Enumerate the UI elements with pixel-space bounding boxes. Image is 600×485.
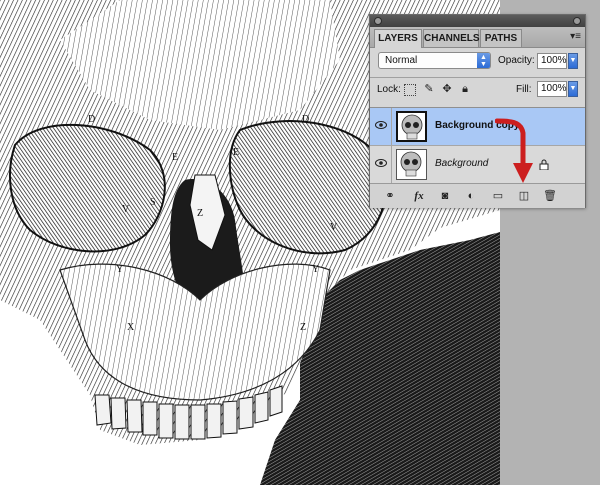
eye-icon — [375, 121, 387, 129]
fill-field[interactable]: 100% — [537, 81, 567, 97]
layer-thumbnail — [396, 149, 427, 180]
fill-dropdown-icon[interactable]: ▼ — [568, 81, 578, 97]
fx-icon[interactable]: fx — [410, 189, 428, 203]
collapse-panel-icon[interactable] — [573, 17, 581, 25]
trash-icon[interactable]: 🗑︎ — [543, 189, 557, 203]
layers-list: Background copy Background — [370, 107, 585, 184]
divider — [370, 77, 585, 78]
fill-label: Fill: — [516, 84, 532, 95]
engraving-letter: E — [233, 147, 239, 158]
skull-thumbnail-icon — [397, 150, 426, 179]
visibility-toggle[interactable] — [370, 146, 392, 183]
left-eye-socket — [9, 123, 166, 253]
tab-paths[interactable]: PATHS — [480, 29, 522, 47]
panel-footer-toolbar: ⚭ fx ◙ ◐ ▭ ◫ 🗑︎ — [370, 183, 585, 208]
panel-menu-icon[interactable]: ▾≡ — [570, 31, 581, 42]
lock-transparent-pixels-icon[interactable] — [404, 84, 416, 96]
panel-tab-row: LAYERS CHANNELS PATHS ▾≡ — [370, 27, 585, 48]
opacity-dropdown-icon[interactable]: ▼ — [568, 53, 578, 69]
engraving-letter: Z — [197, 208, 203, 219]
engraving-letter: S — [150, 197, 156, 208]
lock-all-icon[interactable]: 🔒︎ — [458, 82, 472, 96]
skull-thumbnail-icon — [398, 113, 425, 140]
layer-row-background-copy[interactable]: Background copy — [370, 108, 585, 146]
add-mask-icon[interactable]: ◙ — [438, 189, 452, 203]
engraving-letter: V — [122, 204, 130, 215]
chevron-updown-icon: ▲ ▼ — [477, 53, 490, 68]
engraving-letter: Z — [300, 322, 306, 333]
blend-mode-select[interactable]: Normal ▲ ▼ — [378, 52, 491, 69]
eye-icon — [375, 159, 387, 167]
layer-name[interactable]: Background — [435, 158, 488, 169]
engraving-letter: V — [330, 222, 338, 233]
engraving-letter: X — [127, 322, 135, 333]
visibility-toggle[interactable] — [370, 108, 392, 145]
engraving-letter: D — [302, 114, 309, 125]
layer-row-background[interactable]: Background — [370, 146, 585, 184]
engraving-letter: D — [88, 114, 95, 125]
lock-label: Lock: — [377, 84, 401, 95]
layer-name[interactable]: Background copy — [435, 120, 519, 131]
opacity-field[interactable]: 100% — [537, 53, 567, 69]
engraving-letter: Y — [116, 264, 123, 275]
panel-titlebar[interactable] — [370, 15, 585, 27]
close-panel-icon[interactable] — [374, 17, 382, 25]
lock-icon — [539, 159, 549, 170]
layer-thumbnail — [396, 111, 427, 142]
blend-mode-value: Normal — [385, 55, 418, 66]
tab-channels[interactable]: CHANNELS — [423, 29, 480, 47]
new-layer-icon[interactable]: ◫ — [517, 189, 531, 203]
engraving-letter: Y — [312, 264, 319, 275]
lock-position-icon[interactable]: ✥ — [440, 82, 454, 96]
lock-image-pixels-icon[interactable]: ✎ — [422, 82, 436, 96]
opacity-label: Opacity: — [498, 55, 535, 66]
adjustment-layer-icon[interactable]: ◐ — [464, 189, 478, 203]
engraving-letter: E — [172, 152, 178, 163]
new-group-icon[interactable]: ▭ — [491, 189, 505, 203]
layers-panel: LAYERS CHANNELS PATHS ▾≡ Normal ▲ ▼ Opaci… — [369, 14, 586, 208]
link-layers-icon[interactable]: ⚭ — [382, 189, 398, 203]
tab-layers[interactable]: LAYERS — [374, 29, 422, 48]
